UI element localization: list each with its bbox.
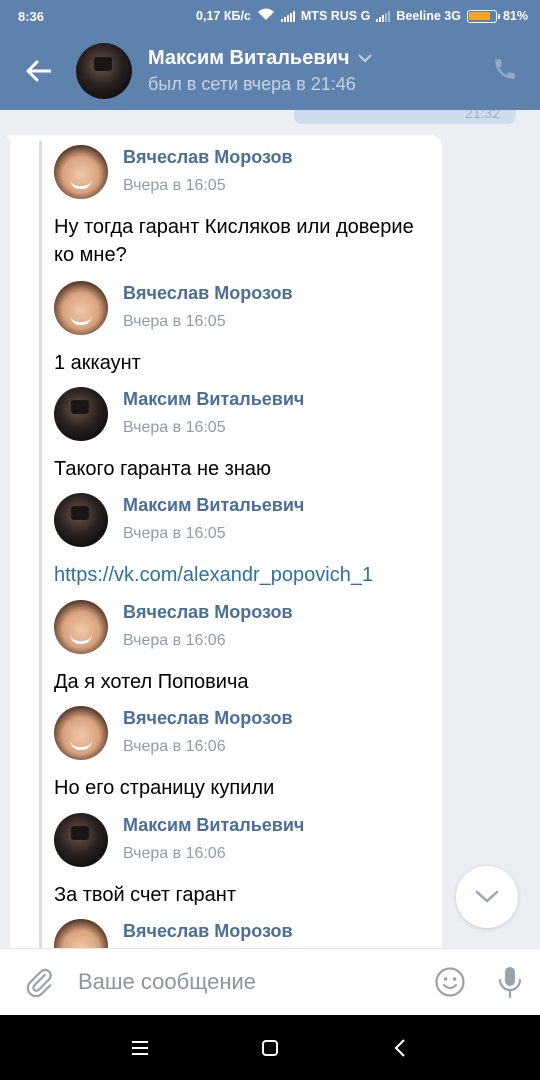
smile-icon	[435, 967, 465, 997]
message-time: Вчера в 16:06	[123, 845, 226, 862]
message-link[interactable]: https://vk.com/alexandr_popovich_1	[54, 561, 434, 589]
message-text: Но его страницу купили	[54, 777, 275, 799]
forwarded-message: Вячеслав Морозов Вчера в 16:05 1 аккаунт	[54, 281, 434, 377]
forward-indicator-line	[39, 141, 42, 948]
message-composer	[0, 948, 540, 1016]
message-list[interactable]: 21:32 Вячеслав Морозов Вчера в 16:05 Ну …	[0, 110, 540, 948]
author-avatar[interactable]	[54, 600, 108, 654]
voice-message-button[interactable]	[480, 949, 540, 1016]
battery-percent: 81%	[502, 9, 528, 23]
message-text: Ну тогда гарант Кисляков или доверие ко …	[54, 216, 414, 266]
message-text: 1 аккаунт	[54, 352, 141, 374]
chevron-down-icon	[357, 54, 372, 63]
message-time: Вчера в 16:05	[123, 313, 226, 330]
author-name[interactable]: Максим Витальевич	[123, 815, 304, 836]
status-time: 8:36	[18, 8, 45, 24]
signal-icon	[280, 10, 295, 22]
message-time: Вчера в 16:06	[123, 632, 226, 649]
wifi-icon	[257, 8, 275, 24]
author-name[interactable]: Вячеслав Морозов	[123, 921, 293, 942]
message-time: Вчера в 16:05	[123, 177, 226, 194]
author-avatar[interactable]	[54, 813, 108, 867]
forwarded-message-bubble[interactable]: Вячеслав Морозов Вчера в 16:05 Ну тогда …	[10, 135, 442, 948]
menu-icon	[132, 1040, 148, 1055]
paperclip-icon	[26, 968, 52, 998]
emoji-button[interactable]	[420, 949, 480, 1016]
forwarded-message: Вячеслав Морозов Вчера в 16:05 Ну тогда …	[54, 145, 434, 269]
battery-icon	[466, 9, 500, 23]
message-time: 21:32	[464, 110, 500, 121]
message-time: Вчера в 16:06	[123, 738, 226, 755]
forwarded-message: Вячеслав Морозов Вчера в 16:06 Да я хоте…	[54, 600, 434, 696]
microphone-icon	[498, 967, 522, 999]
phone-icon	[495, 59, 515, 79]
contact-avatar[interactable]	[76, 43, 132, 99]
forwarded-message: Максим Витальевич Вчера в 16:06 За твой …	[54, 813, 434, 909]
forwarded-message: Вячеслав Морозов Вчера в 16:06 Но его ст…	[54, 706, 434, 802]
forwarded-message: Вячеслав Морозов	[54, 919, 434, 948]
contact-status: был в сети вчера в 21:46	[148, 74, 356, 94]
signal-icon	[376, 10, 391, 22]
contact-name: Максим Витальевич	[148, 47, 350, 69]
author-avatar[interactable]	[54, 281, 108, 335]
message-time: Вчера в 16:05	[123, 525, 226, 542]
message-input[interactable]	[78, 948, 420, 1016]
author-name[interactable]: Вячеслав Морозов	[123, 147, 293, 168]
author-name[interactable]: Максим Витальевич	[123, 389, 304, 410]
square-icon	[262, 1039, 278, 1056]
menu-button[interactable]	[120, 1028, 160, 1068]
forwarded-message: Максим Витальевич Вчера в 16:05 Такого г…	[54, 387, 434, 483]
arrow-left-icon	[26, 60, 51, 82]
chat-header: 8:36 0,17 КБ/с MTS RUS G Beeline 3G 81% …	[0, 0, 540, 110]
scroll-down-button[interactable]	[456, 866, 518, 928]
author-name[interactable]: Вячеслав Морозов	[123, 602, 293, 623]
message-text: Такого гаранта не знаю	[54, 458, 272, 480]
carrier-1: MTS RUS G	[300, 9, 371, 23]
toolbar: Максим Витальевич был в сети вчера в 21:…	[0, 32, 540, 110]
forwarded-message: Максим Витальевич Вчера в 16:05 https://…	[54, 493, 434, 589]
system-navigation-bar	[0, 1015, 540, 1080]
message-time: Вчера в 16:05	[123, 419, 226, 436]
author-avatar[interactable]	[54, 493, 108, 547]
carrier-2: Beeline 3G	[396, 9, 461, 23]
author-name[interactable]: Вячеслав Морозов	[123, 283, 293, 304]
author-avatar[interactable]	[54, 706, 108, 760]
message-text: Да я хотел Поповича	[54, 671, 249, 693]
author-name[interactable]: Максим Витальевич	[123, 495, 304, 516]
status-bar: 8:36 0,17 КБ/с MTS RUS G Beeline 3G 81%	[0, 0, 540, 32]
author-avatar[interactable]	[54, 919, 108, 948]
author-avatar[interactable]	[54, 387, 108, 441]
previous-message-bubble[interactable]: 21:32	[294, 110, 516, 124]
back-button[interactable]	[0, 32, 76, 110]
network-speed: 0,17 КБ/с	[196, 9, 251, 23]
attach-button[interactable]	[0, 949, 78, 1016]
chevron-down-icon	[475, 890, 499, 903]
contact-info[interactable]: Максим Витальевич был в сети вчера в 21:…	[148, 47, 372, 95]
author-avatar[interactable]	[54, 145, 108, 199]
call-button[interactable]	[488, 52, 522, 86]
message-text: За твой счет гарант	[54, 884, 236, 906]
home-button[interactable]	[250, 1028, 290, 1068]
back-nav-button[interactable]	[380, 1028, 420, 1068]
chevron-left-icon	[394, 1038, 405, 1057]
status-right: 0,17 КБ/с MTS RUS G Beeline 3G 81%	[196, 8, 528, 24]
author-name[interactable]: Вячеслав Морозов	[123, 708, 293, 729]
